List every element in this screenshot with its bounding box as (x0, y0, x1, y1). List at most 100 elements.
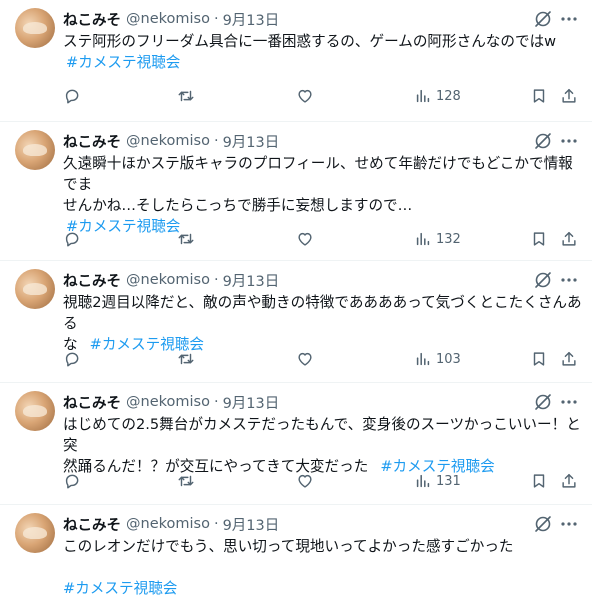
user-handle[interactable]: @nekomiso (126, 394, 210, 410)
more-icon[interactable] (559, 392, 579, 412)
views-chart-icon (416, 474, 430, 488)
avatar[interactable] (15, 391, 55, 431)
bookmark-icon (533, 89, 545, 103)
views-chart-icon (416, 232, 430, 246)
tweet[interactable]: ねこみそ @nekomiso · 9月13日 久遠瞬十ほかステ版キャラのプロフィ… (0, 122, 592, 261)
share-button[interactable] (560, 349, 578, 369)
grok-icon[interactable] (533, 131, 553, 151)
separator-dot: · (213, 133, 219, 149)
hashtag-link[interactable]: #カメステ視聴会 (63, 54, 180, 71)
tweet-line: 久遠瞬十ほかステ版キャラのプロフィール、せめて年齢だけでもどこかで情報でま (63, 155, 573, 193)
separator-dot: · (213, 516, 219, 532)
tweet-date[interactable]: 9月13日 (223, 392, 280, 413)
tweet-date[interactable]: 9月13日 (223, 131, 280, 152)
tweet-text: 視聴2週目以降だと、敵の声や動きの特徴でああああって気づくとこたくさんある な #… (63, 292, 583, 355)
like-button[interactable] (296, 471, 314, 491)
reply-button[interactable] (63, 229, 81, 249)
separator-dot: · (213, 394, 219, 410)
tweet-text: ステ阿形のフリーダム具合に一番困惑するの、ゲームの阿形さんなのではw #カメステ… (63, 31, 583, 73)
grok-icon[interactable] (533, 514, 553, 534)
bookmark-icon (533, 352, 545, 366)
tweet-header: ねこみそ @nekomiso · 9月13日 (63, 9, 279, 29)
user-handle[interactable]: @nekomiso (126, 133, 210, 149)
views-count: 103 (436, 351, 461, 367)
views-count: 131 (436, 473, 461, 489)
display-name[interactable]: ねこみそ (63, 9, 121, 30)
views-chart-icon (416, 352, 430, 366)
views-chart-icon (416, 89, 430, 103)
action-bar: 103 (63, 349, 579, 369)
more-icon[interactable] (559, 514, 579, 534)
more-icon[interactable] (559, 131, 579, 151)
more-icon[interactable] (559, 9, 579, 29)
views-button[interactable]: 103 (414, 349, 461, 369)
retweet-button[interactable] (177, 86, 195, 106)
timeline: ねこみそ @nekomiso · 9月13日 ステ阿形のフリーダム具合に一番困惑… (0, 0, 592, 611)
user-handle[interactable]: @nekomiso (126, 11, 210, 27)
reply-button[interactable] (63, 471, 81, 491)
retweet-icon (178, 233, 194, 245)
retweet-icon (178, 353, 194, 365)
grok-icon[interactable] (533, 9, 553, 29)
tweet[interactable]: ねこみそ @nekomiso · 9月13日 ステ阿形のフリーダム具合に一番困惑… (0, 0, 592, 122)
avatar[interactable] (15, 269, 55, 309)
tweet-header: ねこみそ @nekomiso · 9月13日 (63, 131, 279, 151)
avatar[interactable] (15, 8, 55, 48)
tweet-text: このレオンだけでもう、思い切って現地いってよかった感すごかった #カメステ視聴会 (63, 536, 583, 599)
tweet-date[interactable]: 9月13日 (223, 514, 280, 535)
views-button[interactable]: 128 (414, 86, 461, 106)
retweet-button[interactable] (177, 349, 195, 369)
avatar[interactable] (15, 513, 55, 553)
tweet-header: ねこみそ @nekomiso · 9月13日 (63, 392, 279, 412)
action-bar: 128 (63, 86, 579, 106)
views-count: 128 (436, 88, 461, 104)
tweet[interactable]: ねこみそ @nekomiso · 9月13日 このレオンだけでもう、思い切って現… (0, 505, 592, 611)
display-name[interactable]: ねこみそ (63, 392, 121, 413)
share-button[interactable] (560, 471, 578, 491)
share-icon (562, 473, 576, 488)
reply-button[interactable] (63, 86, 81, 106)
tweet-line: 視聴2週目以降だと、敵の声や動きの特徴でああああって気づくとこたくさんある (63, 294, 582, 332)
bookmark-button[interactable] (530, 349, 548, 369)
tweet-text: 久遠瞬十ほかステ版キャラのプロフィール、せめて年齢だけでもどこかで情報でま せん… (63, 153, 583, 237)
reply-button[interactable] (63, 349, 81, 369)
share-button[interactable] (560, 86, 578, 106)
separator-dot: · (213, 11, 219, 27)
views-button[interactable]: 132 (414, 229, 461, 249)
views-count: 132 (436, 231, 461, 247)
action-bar: 132 (63, 229, 579, 249)
display-name[interactable]: ねこみそ (63, 514, 121, 535)
tweet-line: ステ阿形のフリーダム具合に一番困惑するの、ゲームの阿形さんなのではw (63, 33, 557, 50)
display-name[interactable]: ねこみそ (63, 270, 121, 291)
bookmark-button[interactable] (530, 471, 548, 491)
retweet-icon (178, 475, 194, 487)
tweet-date[interactable]: 9月13日 (223, 9, 280, 30)
separator-dot: · (213, 272, 219, 288)
tweet[interactable]: ねこみそ @nekomiso · 9月13日 視聴2週目以降だと、敵の声や動きの… (0, 261, 592, 383)
views-button[interactable]: 131 (414, 471, 461, 491)
reply-icon (65, 89, 79, 104)
bookmark-button[interactable] (530, 86, 548, 106)
action-bar: 131 (63, 471, 579, 491)
like-button[interactable] (296, 349, 314, 369)
bookmark-icon (533, 474, 545, 488)
like-button[interactable] (296, 229, 314, 249)
user-handle[interactable]: @nekomiso (126, 272, 210, 288)
share-icon (562, 231, 576, 246)
avatar[interactable] (15, 130, 55, 170)
display-name[interactable]: ねこみそ (63, 131, 121, 152)
tweet-header: ねこみそ @nekomiso · 9月13日 (63, 514, 279, 534)
like-button[interactable] (296, 86, 314, 106)
retweet-button[interactable] (177, 229, 195, 249)
retweet-button[interactable] (177, 471, 195, 491)
share-icon (562, 351, 576, 366)
grok-icon[interactable] (533, 392, 553, 412)
tweet-date[interactable]: 9月13日 (223, 270, 280, 291)
share-button[interactable] (560, 229, 578, 249)
grok-icon[interactable] (533, 270, 553, 290)
more-icon[interactable] (559, 270, 579, 290)
tweet[interactable]: ねこみそ @nekomiso · 9月13日 はじめての2.5舞台がカメステだっ… (0, 383, 592, 505)
hashtag-link[interactable]: #カメステ視聴会 (63, 580, 177, 597)
user-handle[interactable]: @nekomiso (126, 516, 210, 532)
bookmark-button[interactable] (530, 229, 548, 249)
